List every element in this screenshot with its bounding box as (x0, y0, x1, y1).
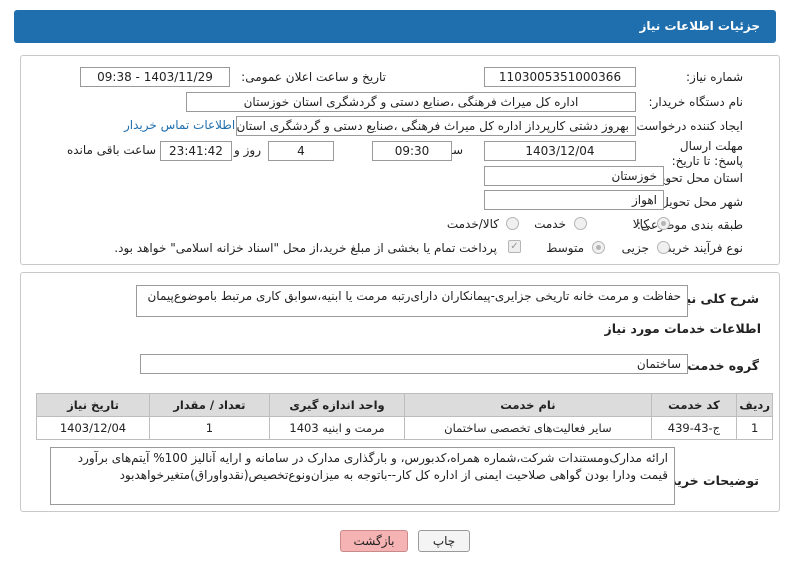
treasury-checkbox[interactable]: ✓ (508, 240, 521, 253)
announce-label: تاریخ و ساعت اعلان عمومی: (241, 70, 386, 84)
buyer-contact-link[interactable]: اطلاعات تماس خریدار (124, 118, 235, 132)
creator-label: ایجاد کننده درخواست: (632, 119, 743, 133)
col-unit: واحد اندازه گیری (268, 393, 406, 417)
summary-textarea[interactable]: حفاظت و مرمت خانه تاریخی جزایری-پیمانکار… (136, 285, 688, 317)
col-row: ردیف (736, 393, 773, 417)
deadline-time-field[interactable]: 09:30 (372, 141, 452, 161)
process-option-minor: جزیی (621, 241, 649, 255)
province-field[interactable]: خوزستان (484, 166, 664, 186)
category-radio-goods-service[interactable] (506, 217, 519, 230)
category-option-goods-service: کالا/خدمت (446, 217, 499, 231)
services-table-header: ردیف کد خدمت نام خدمت واحد اندازه گیری ت… (36, 393, 773, 417)
category-radio-service[interactable] (574, 217, 587, 230)
city-label: شهر محل تحویل: (656, 195, 743, 209)
category-option-goods: کالا (632, 217, 649, 231)
service-group-field[interactable]: ساختمان (140, 354, 688, 374)
process-radio-minor[interactable] (657, 241, 670, 254)
cell-service-name: سایر فعالیت‌های تخصصی ساختمان (404, 416, 652, 440)
need-number-field[interactable]: 1103005351000366 (484, 67, 636, 87)
category-radio-goods[interactable] (657, 217, 670, 230)
category-label: طبقه بندی موضوعی: (636, 218, 743, 232)
table-row[interactable]: 1 ج-43-439 سایر فعالیت‌های تخصصی ساختمان… (36, 416, 773, 440)
time-remaining-field[interactable]: 23:41:42 (160, 141, 232, 161)
page-title: جزئیات اطلاعات نیاز (639, 19, 760, 33)
page-header: جزئیات اطلاعات نیاز (14, 10, 776, 43)
category-option-service: خدمت (534, 217, 566, 231)
deadline-date-field[interactable]: 1403/12/04 (484, 141, 636, 161)
services-title: اطلاعات خدمات مورد نیاز (604, 321, 762, 336)
time-remaining-label: ساعت باقی مانده (66, 143, 156, 157)
process-option-medium: متوسط (546, 241, 584, 255)
col-service-name: نام خدمت (404, 393, 652, 417)
services-table: ردیف کد خدمت نام خدمت واحد اندازه گیری ت… (36, 393, 773, 440)
days-remaining-field[interactable]: 4 (268, 141, 334, 161)
process-label: نوع فرآیند خرید : (658, 241, 743, 255)
cell-need-date: 1403/12/04 (36, 416, 150, 440)
city-field[interactable]: اهواز (484, 190, 664, 210)
creator-field[interactable]: بهروز دشتی کارپرداز اداره کل میراث فرهنگ… (236, 116, 636, 136)
back-button[interactable]: بازگشت (340, 530, 408, 552)
process-radio-medium[interactable] (592, 241, 605, 254)
service-group-label: گروه خدمت: (682, 358, 759, 373)
payment-note: پرداخت تمام یا بخشی از مبلغ خرید،از محل … (114, 241, 497, 255)
cell-row: 1 (736, 416, 773, 440)
buyer-field[interactable]: اداره کل میراث فرهنگی ،صنایع دستی و گردش… (186, 92, 636, 112)
announce-datetime-field[interactable]: 1403/11/29 - 09:38 (80, 67, 230, 87)
buyer-notes-textarea[interactable]: ارائه مدارک‌ومستندات شرکت،شماره همراه،کد… (50, 447, 675, 505)
print-button[interactable]: چاپ (418, 530, 470, 552)
need-number-label: شماره نیاز: (686, 70, 743, 84)
col-quantity: تعداد / مقدار (149, 393, 270, 417)
days-label: روز و (234, 143, 261, 157)
col-service-code: کد خدمت (650, 393, 738, 417)
cell-service-code: ج-43-439 (650, 416, 738, 440)
cell-unit: مرمت و ابنیه 1403 (268, 416, 406, 440)
cell-quantity: 1 (149, 416, 270, 440)
col-need-date: تاریخ نیاز (36, 393, 150, 417)
buyer-label: نام دستگاه خریدار: (648, 95, 744, 109)
deadline-label: مهلت ارسال پاسخ: تا تاریخ: (671, 139, 743, 168)
